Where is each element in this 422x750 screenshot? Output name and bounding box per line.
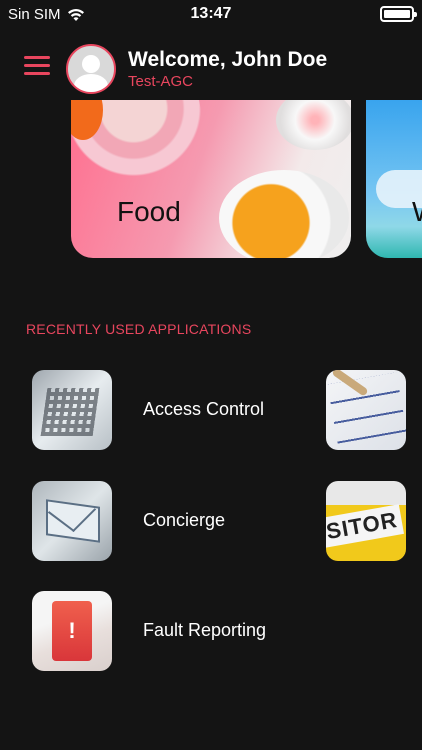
food-image-bowl <box>219 170 349 258</box>
category-card-next[interactable]: W <box>366 100 422 258</box>
category-label: Food <box>117 196 181 227</box>
alert-phone-icon <box>32 591 112 671</box>
status-bar: Sin SIM 13:47 <box>0 0 422 28</box>
battery-level <box>384 10 410 18</box>
food-image-cup <box>276 100 351 150</box>
header: Welcome, John Doe Test-AGC <box>0 40 422 96</box>
hamburger-menu-icon[interactable] <box>24 56 50 76</box>
visitor-badge-text: SITOR <box>326 504 404 548</box>
organization-label: Test-AGC <box>128 73 194 90</box>
welcome-title: Welcome, John Doe <box>128 48 328 71</box>
recent-apps-title: RECENTLY USED APPLICATIONS <box>26 321 252 337</box>
user-avatar-icon[interactable] <box>66 44 116 94</box>
app-access-control[interactable]: Access Control <box>32 370 292 450</box>
app-label: Access Control <box>143 399 265 419</box>
app-fault-reporting[interactable]: Fault Reporting <box>32 591 292 671</box>
category-carousel[interactable]: Food W <box>0 100 422 260</box>
menu-line <box>24 72 50 75</box>
qr-code-icon <box>32 370 112 450</box>
avatar-body <box>74 74 108 92</box>
menu-line <box>24 64 50 67</box>
category-card-food[interactable]: Food <box>71 100 351 258</box>
battery-icon <box>380 6 417 22</box>
status-time: 13:47 <box>190 5 232 22</box>
app-checklist[interactable] <box>326 370 406 450</box>
avatar-head <box>82 55 100 73</box>
app-concierge[interactable]: Concierge <box>32 481 292 561</box>
app-visitor[interactable]: SITOR <box>326 481 406 561</box>
app-label: Concierge <box>143 510 226 530</box>
envelope-icon <box>32 481 112 561</box>
app-label: Fault Reporting <box>143 620 267 640</box>
visitor-badge-icon: SITOR <box>326 481 406 561</box>
checklist-icon <box>326 370 406 450</box>
category-label: W <box>412 196 422 228</box>
menu-line <box>24 56 50 59</box>
